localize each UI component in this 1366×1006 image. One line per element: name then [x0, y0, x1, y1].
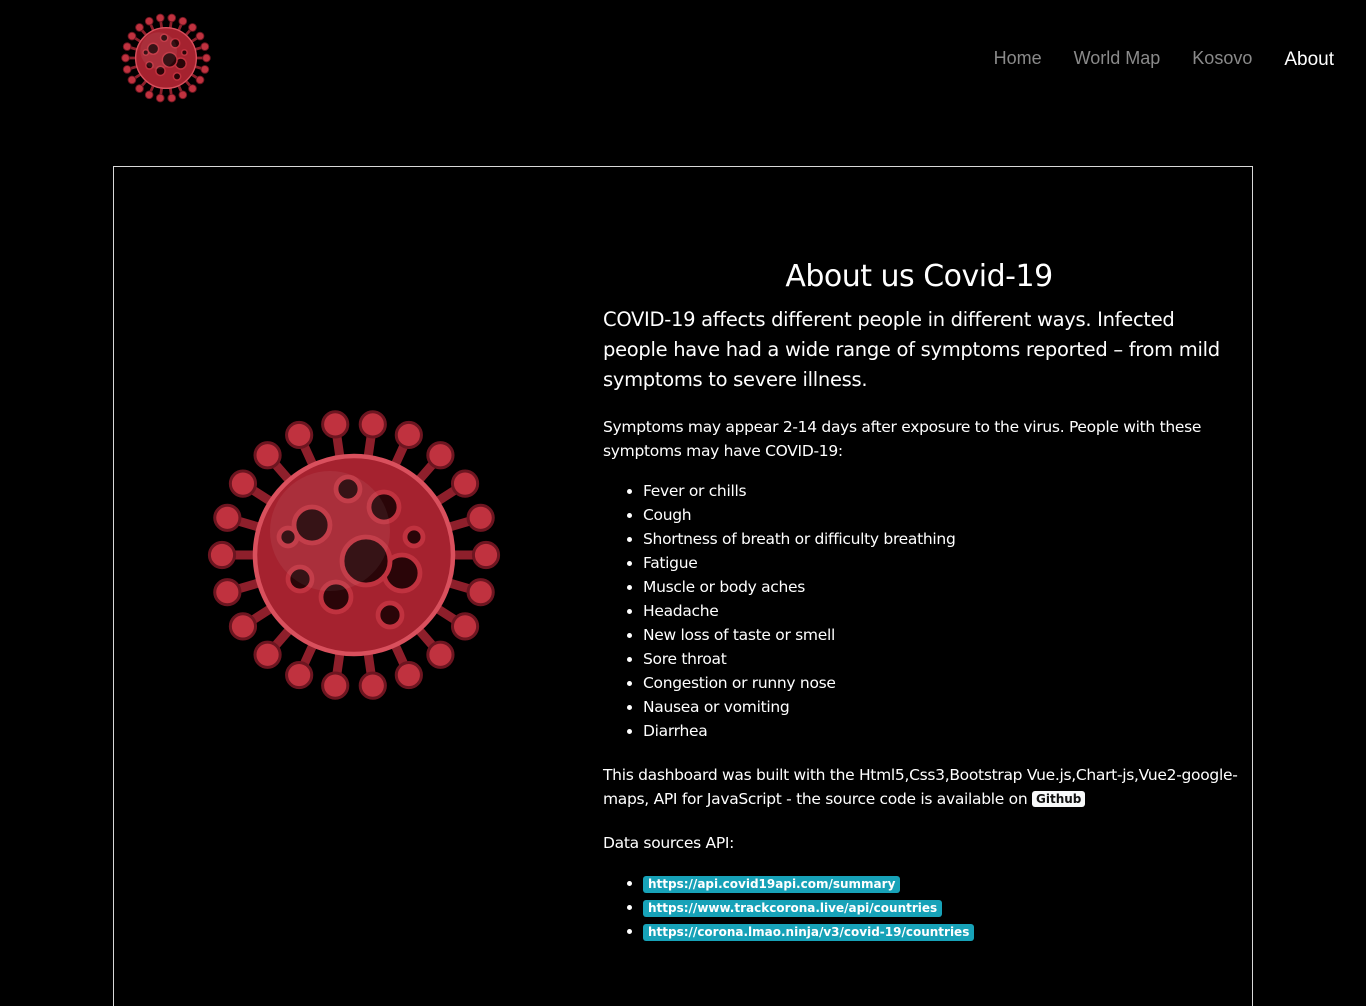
built-with-text: This dashboard was built with the Html5,… — [603, 766, 1238, 808]
list-item: Diarrhea — [643, 719, 1243, 743]
nav-about[interactable]: About — [1284, 48, 1334, 72]
about-content: About us Covid-19 COVID-19 affects diffe… — [603, 255, 1243, 943]
list-item: New loss of taste or smell — [643, 623, 1243, 647]
list-item: Shortness of breath or difficulty breath… — [643, 527, 1243, 551]
github-link[interactable]: Github — [1032, 791, 1086, 807]
list-item: Fever or chills — [643, 479, 1243, 503]
list-item: Headache — [643, 599, 1243, 623]
api-sources-list: https://api.covid19api.com/summary https… — [603, 871, 1243, 943]
lead-paragraph: COVID-19 affects different people in dif… — [603, 308, 1220, 391]
api-link[interactable]: https://api.covid19api.com/summary — [643, 876, 901, 893]
nav-kosovo[interactable]: Kosovo — [1192, 46, 1252, 70]
nav-world-map[interactable]: World Map — [1074, 46, 1161, 70]
list-item: Congestion or runny nose — [643, 671, 1243, 695]
data-sources-title: Data sources API: — [603, 834, 735, 852]
api-link[interactable]: https://corona.lmao.ninja/v3/covid-19/co… — [643, 924, 975, 941]
symptoms-list: Fever or chills Cough Shortness of breat… — [603, 479, 1243, 743]
list-item: Cough — [643, 503, 1243, 527]
coronavirus-illustration-icon — [207, 410, 501, 700]
list-item: Nausea or vomiting — [643, 695, 1243, 719]
list-item: https://corona.lmao.ninja/v3/covid-19/co… — [643, 919, 1243, 943]
about-card: About us Covid-19 COVID-19 affects diffe… — [113, 166, 1253, 1006]
api-link[interactable]: https://www.trackcorona.live/api/countri… — [643, 900, 943, 917]
list-item: Sore throat — [643, 647, 1243, 671]
built-with-paragraph: This dashboard was built with the Html5,… — [603, 763, 1243, 811]
list-item: https://www.trackcorona.live/api/countri… — [643, 895, 1243, 919]
page-title: About us Covid-19 — [785, 259, 1053, 294]
list-item: https://api.covid19api.com/summary — [643, 871, 1243, 895]
list-item: Fatigue — [643, 551, 1243, 575]
list-item: Muscle or body aches — [643, 575, 1243, 599]
symptoms-intro: Symptoms may appear 2-14 days after expo… — [603, 418, 1202, 460]
navbar: Home World Map Kosovo About — [0, 0, 1366, 120]
nav-links: Home World Map Kosovo About — [962, 44, 1334, 72]
nav-home[interactable]: Home — [994, 46, 1042, 70]
coronavirus-logo-icon[interactable] — [120, 12, 212, 104]
